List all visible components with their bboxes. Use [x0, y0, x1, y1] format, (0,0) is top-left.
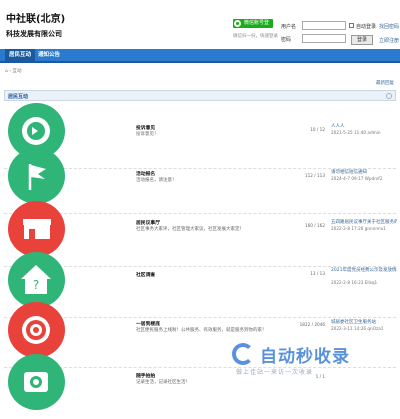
forum-count: 1822 / 2046 — [299, 322, 325, 327]
forum-title[interactable]: 居民议事厅 — [136, 219, 160, 226]
forum-last-post[interactable]: 请勿相信短信通知 — [331, 169, 397, 175]
home-icon[interactable]: ⌂ — [5, 69, 8, 74]
forum-desc: 社区事务大家评，社区管理大家议，社区发展大家定！ — [136, 227, 244, 232]
forum-last-time: 2024-4-7 09:17 Wpdrxf2 — [331, 176, 383, 181]
collapse-icon[interactable] — [386, 93, 392, 99]
nav-item-notices[interactable]: 通知公告 — [34, 49, 64, 61]
forum-desc: 社区便民服务上线啦！公共服务、有效服务，就是服务到你的家！ — [136, 328, 267, 333]
forum-last-time: 2021-5-25 11:40 admin — [331, 130, 381, 135]
login-button[interactable]: 登录 — [351, 35, 373, 45]
remember-checkbox[interactable] — [349, 23, 354, 28]
forum-count: 160 / 162 — [304, 223, 325, 228]
password-label: 密码 — [281, 37, 292, 43]
forum-count: 112 / 113 — [304, 173, 325, 178]
breadcrumb: ⌂ › 互动 — [5, 68, 22, 74]
remember-label: 自动登录 — [356, 24, 377, 30]
forum-last-post[interactable]: 2021年度党员经费公示及发放情况的说明 — [331, 267, 397, 273]
forum-count: 13 / 13 — [310, 271, 325, 276]
section-header: 居民互动 — [4, 90, 396, 101]
watermark-subtitle: 做上佳站一来访一次收录 — [236, 369, 314, 376]
forum-desc: 活动报名，请注意！ — [136, 178, 177, 183]
logo-line1: 中社联(北京) — [6, 14, 66, 25]
forum-desc: 记录生活，记录社区生活！ — [136, 380, 190, 385]
breadcrumb-current[interactable]: 互动 — [13, 69, 22, 74]
forum-title[interactable]: 随手拍拍 — [136, 372, 155, 379]
forum-last-post[interactable]: 人人人 — [331, 123, 397, 129]
site-header: 中社联(北京) 科技发展有限公司 微信账号登录 微信扫一扫，快速登录 用户名 自… — [0, 0, 400, 48]
password-input[interactable] — [302, 34, 346, 43]
site-logo[interactable]: 中社联(北京) 科技发展有限公司 — [6, 14, 65, 40]
forum-count: 10 / 12 — [310, 127, 325, 132]
wechat-login-button[interactable]: 微信账号登录 — [233, 19, 273, 35]
watermark-logo-icon — [232, 343, 254, 365]
wechat-icon — [234, 20, 241, 27]
register-link[interactable]: 立即注册 — [379, 37, 399, 44]
forum-title[interactable]: 投诉意见 — [136, 124, 155, 131]
wechat-login-sub: 微信扫一扫，快速登录 — [233, 34, 278, 39]
flag-icon[interactable] — [8, 148, 65, 204]
forgot-password-link[interactable]: 找回密码 — [379, 23, 399, 30]
logo-line2: 科技发展有限公司 — [6, 30, 62, 38]
breadcrumb-sep: › — [9, 69, 12, 74]
forum-last-time: 2022-3-11 14:26 qnOza1 — [331, 326, 384, 331]
main-nav: 居民互动 通知公告 — [0, 49, 400, 63]
forum-last-time: 2022-2-8 16:23 Ellsq1 — [331, 280, 378, 285]
forum-last-post[interactable]: 城居委社区卫生服务站 — [331, 319, 397, 325]
username-input[interactable] — [302, 21, 346, 30]
watermark: 自动秒收录 做上佳站一来访一次收录 — [228, 339, 398, 379]
latest-replies-link[interactable]: 最新回复 — [376, 80, 394, 86]
forum-desc: 投诉意见！ — [136, 132, 159, 137]
nav-item-residents[interactable]: 居民互动 — [5, 49, 36, 61]
svg-text:?: ? — [33, 278, 39, 292]
forum-title[interactable]: 活动报名 — [136, 170, 155, 177]
username-label: 用户名 — [281, 24, 297, 30]
section-title: 居民互动 — [8, 94, 29, 100]
watermark-title: 自动秒收录 — [260, 347, 350, 367]
camera-icon[interactable] — [8, 354, 65, 410]
forum-title[interactable]: 一居到楼底 — [136, 320, 160, 327]
shop-icon[interactable] — [8, 201, 65, 257]
target-icon[interactable] — [8, 302, 65, 358]
forum-title[interactable]: 社区调查 — [136, 271, 155, 278]
forum-last-time: 2022-2-8 17:26 gnnnnnx1 — [331, 226, 386, 231]
forum-last-post[interactable]: 五四路居民议事厅关于社区服务的建议 — [331, 219, 397, 225]
